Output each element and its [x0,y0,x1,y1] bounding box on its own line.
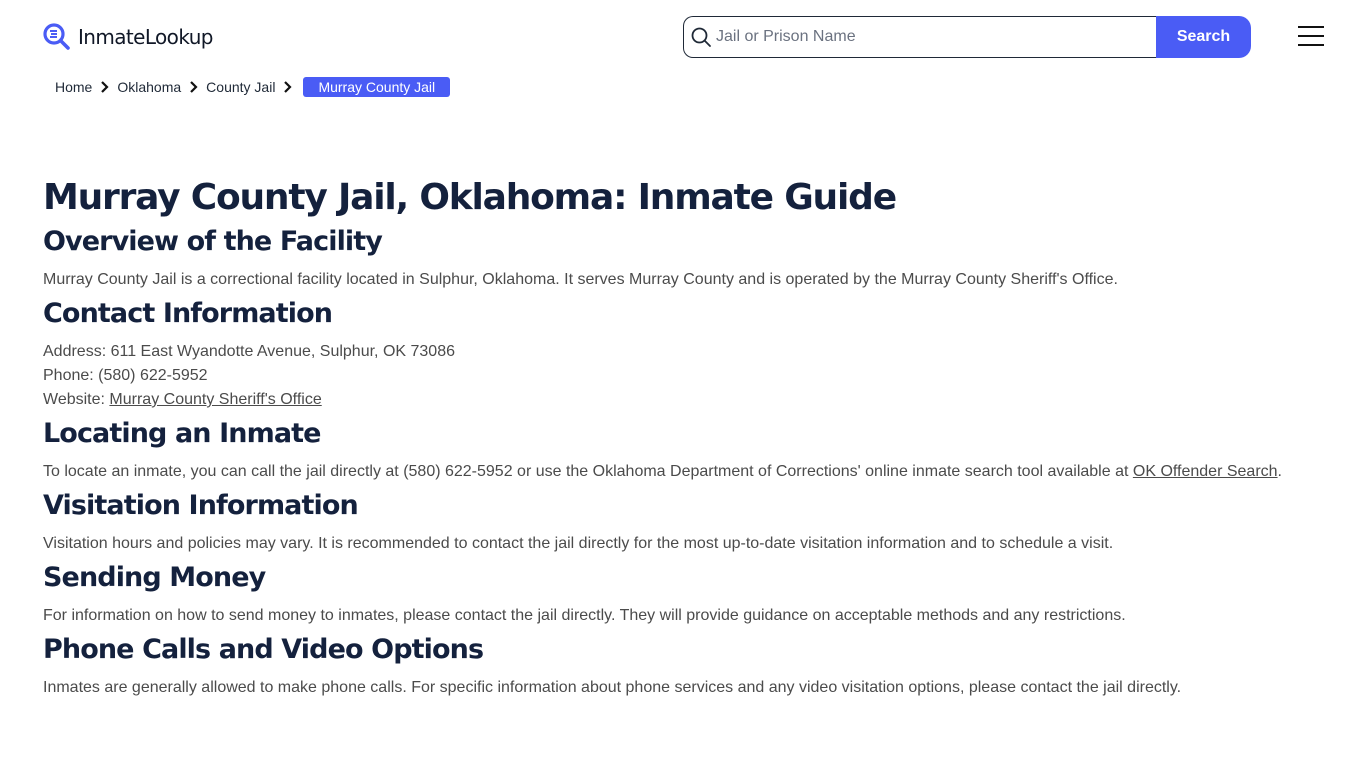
section-sending-money: Sending Money For information on how to … [43,561,1323,628]
menu-bar [1298,44,1324,46]
breadcrumb: Home Oklahoma County Jail Murray County … [55,76,451,98]
chevron-right-icon [98,80,112,94]
search-box [683,16,1156,58]
section-heading: Overview of the Facility [43,226,383,257]
search-input[interactable] [716,28,1136,46]
page-title: Murray County Jail, Oklahoma: Inmate Gui… [43,177,897,218]
section-overview: Overview of the Facility Murray County J… [43,225,1323,292]
main-content: Murray County Jail, Oklahoma: Inmate Gui… [43,176,1323,705]
section-text: Murray County Jail is a correctional fac… [43,271,1118,288]
magnifier-logo-icon [42,22,72,52]
website-line: Website: Murray County Sheriff's Office [43,388,1323,412]
section-text: To locate an inmate, you can call the ja… [43,460,1323,484]
sheriff-office-link[interactable]: Murray County Sheriff's Office [109,391,321,408]
site-header: InmateLookup Search [0,0,1366,70]
search-form: Search [683,16,1251,58]
section-heading: Sending Money [43,562,266,593]
search-icon [690,26,712,48]
section-contact: Contact Information Address: 611 East Wy… [43,297,1323,412]
section-heading: Locating an Inmate [43,418,321,449]
search-button[interactable]: Search [1156,16,1251,58]
ok-offender-search-link[interactable]: OK Offender Search [1133,463,1278,480]
phone-value: (580) 622-5952 [98,367,208,384]
breadcrumb-oklahoma[interactable]: Oklahoma [117,79,181,95]
breadcrumb-home[interactable]: Home [55,79,92,95]
website-label: Website: [43,391,110,408]
section-locating: Locating an Inmate To locate an inmate, … [43,417,1323,484]
menu-bar [1298,35,1324,37]
phone-line: Phone: (580) 622-5952 [43,364,1323,388]
section-heading: Phone Calls and Video Options [43,634,484,665]
section-text: Inmates are generally allowed to make ph… [43,679,1182,696]
section-text: Visitation hours and policies may vary. … [43,535,1114,552]
address-value: 611 East Wyandotte Avenue, Sulphur, OK 7… [110,343,455,360]
breadcrumb-current: Murray County Jail [303,77,451,97]
site-logo[interactable]: InmateLookup [42,22,213,52]
phone-label: Phone: [43,367,99,384]
section-text: For information on how to send money to … [43,607,1126,624]
logo-text: InmateLookup [78,25,213,49]
chevron-right-icon [281,80,295,94]
address-label: Address: [43,343,111,360]
section-visitation: Visitation Information Visitation hours … [43,489,1323,556]
locating-suffix: . [1277,463,1282,480]
section-heading: Visitation Information [43,490,359,521]
breadcrumb-county-jail[interactable]: County Jail [206,79,275,95]
section-heading: Contact Information [43,298,333,329]
menu-bar [1298,26,1324,28]
section-phone-video: Phone Calls and Video Options Inmates ar… [43,633,1323,700]
hamburger-menu-icon[interactable] [1298,26,1324,48]
address-line: Address: 611 East Wyandotte Avenue, Sulp… [43,340,1323,364]
chevron-right-icon [187,80,201,94]
locating-text: To locate an inmate, you can call the ja… [43,463,1133,480]
